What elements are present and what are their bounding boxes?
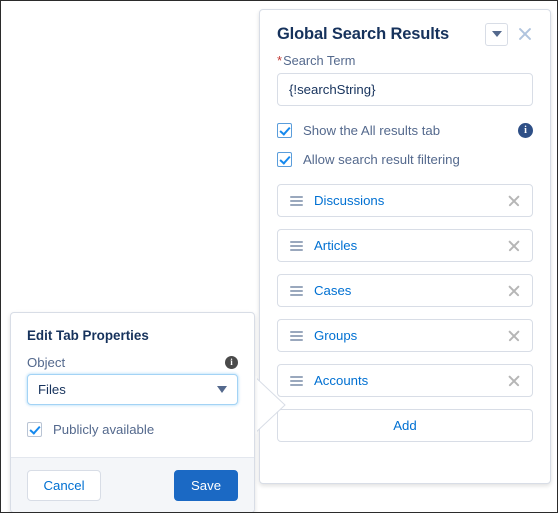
required-marker: *	[277, 53, 283, 68]
app-screenshot: Global Search Results *Search Term Show …	[0, 0, 558, 513]
remove-icon[interactable]	[507, 194, 521, 208]
chevron-down-icon	[217, 386, 227, 393]
object-label-row: Object i	[27, 355, 238, 370]
list-item-label[interactable]: Accounts	[314, 373, 507, 388]
popover-pointer	[253, 375, 286, 436]
publicly-available-label: Publicly available	[53, 422, 155, 437]
list-item[interactable]: Articles	[277, 229, 533, 262]
show-all-results-tab-row[interactable]: Show the All results tab i	[277, 123, 533, 138]
edit-panel-footer: Cancel Save	[11, 457, 254, 512]
search-term-label: *Search Term	[277, 53, 533, 68]
panel-dropdown-button[interactable]	[485, 22, 508, 46]
drag-handle-icon[interactable]	[290, 285, 303, 296]
drag-handle-icon[interactable]	[290, 375, 303, 386]
list-item-label[interactable]: Articles	[314, 238, 507, 253]
drag-handle-icon[interactable]	[290, 330, 303, 341]
info-icon[interactable]: i	[518, 123, 533, 138]
list-item-label[interactable]: Cases	[314, 283, 507, 298]
object-label: Object	[27, 355, 66, 370]
show-all-results-tab-label: Show the All results tab	[303, 123, 441, 138]
cancel-button[interactable]: Cancel	[27, 469, 101, 501]
panel-body: *Search Term Show the All results tab i …	[260, 44, 550, 442]
allow-search-result-filtering-row[interactable]: Allow search result filtering	[277, 152, 533, 167]
remove-icon[interactable]	[507, 239, 521, 253]
chevron-down-icon	[491, 31, 502, 37]
allow-search-result-filtering-checkbox[interactable]	[277, 152, 292, 167]
publicly-available-row[interactable]: Publicly available	[27, 422, 238, 437]
save-button[interactable]: Save	[174, 469, 238, 501]
search-term-label-text: Search Term	[283, 53, 356, 68]
global-search-results-panel: Global Search Results *Search Term Show …	[259, 9, 551, 484]
remove-icon[interactable]	[507, 284, 521, 298]
publicly-available-checkbox[interactable]	[27, 422, 42, 437]
show-all-results-tab-checkbox[interactable]	[277, 123, 292, 138]
list-item[interactable]: Groups	[277, 319, 533, 352]
close-icon[interactable]	[516, 25, 534, 43]
list-item[interactable]: Accounts	[277, 364, 533, 397]
remove-icon[interactable]	[507, 374, 521, 388]
list-item-label[interactable]: Discussions	[314, 193, 507, 208]
tab-list: Discussions Articles Cases Groups Accoun…	[277, 184, 533, 442]
list-item-label[interactable]: Groups	[314, 328, 507, 343]
edit-panel-body: Edit Tab Properties Object i Files Publi…	[11, 313, 254, 437]
object-select-value: Files	[38, 382, 66, 397]
list-item[interactable]: Discussions	[277, 184, 533, 217]
allow-search-result-filtering-label: Allow search result filtering	[303, 152, 460, 167]
panel-header: Global Search Results	[260, 10, 550, 46]
info-icon[interactable]: i	[225, 356, 238, 369]
page-title: Global Search Results	[277, 24, 449, 43]
object-select[interactable]: Files	[27, 374, 238, 405]
edit-tab-properties-panel: Edit Tab Properties Object i Files Publi…	[10, 312, 255, 512]
search-term-input[interactable]	[277, 73, 533, 106]
remove-icon[interactable]	[507, 329, 521, 343]
add-button[interactable]: Add	[277, 409, 533, 442]
edit-panel-title: Edit Tab Properties	[27, 328, 149, 343]
drag-handle-icon[interactable]	[290, 240, 303, 251]
drag-handle-icon[interactable]	[290, 195, 303, 206]
list-item[interactable]: Cases	[277, 274, 533, 307]
